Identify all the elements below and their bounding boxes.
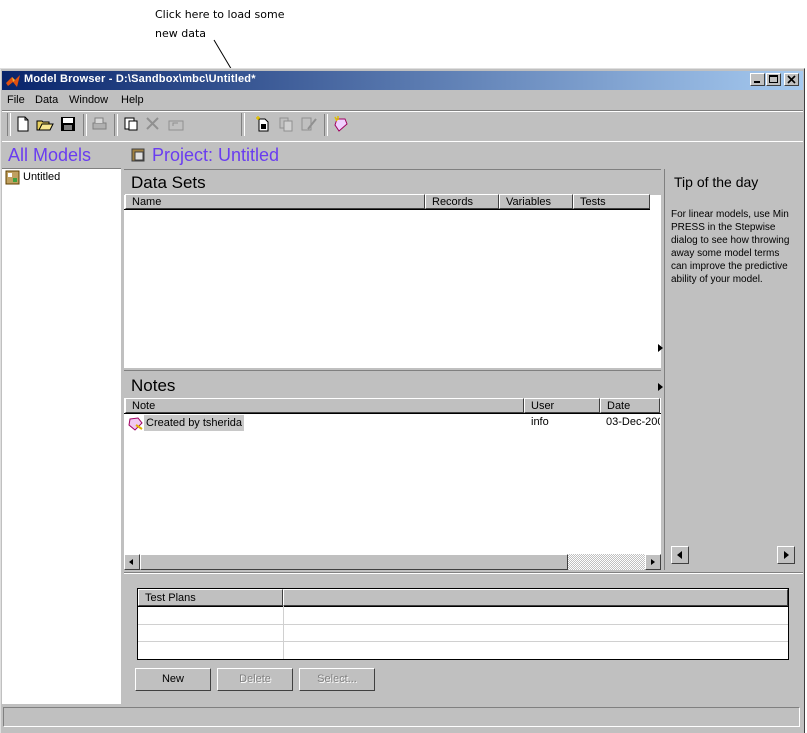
header-divider	[124, 209, 650, 210]
menu-window[interactable]: Window	[69, 94, 108, 106]
toolbar-grip	[241, 113, 245, 136]
note-text: Created by tsherida	[144, 415, 244, 431]
scroll-right-button[interactable]	[645, 554, 661, 570]
edit-data-icon[interactable]	[300, 115, 318, 133]
tip-previous-button[interactable]	[671, 546, 689, 564]
menu-data[interactable]: Data	[35, 94, 58, 106]
all-models-header: All Models	[8, 145, 92, 165]
all-models-header-bar: All Models	[2, 142, 121, 169]
header-divider	[138, 606, 788, 607]
toolbar-separator	[114, 114, 118, 136]
new-button[interactable]: New	[135, 668, 211, 691]
maximize-button[interactable]	[766, 73, 781, 86]
project-icon	[5, 170, 20, 185]
column-header-variables[interactable]: Variables	[499, 194, 573, 209]
status-bar	[3, 707, 800, 727]
column-divider	[283, 606, 284, 659]
column-header-name[interactable]: Name	[125, 194, 425, 209]
save-disk-icon[interactable]	[59, 115, 77, 133]
load-new-data-icon[interactable]	[254, 115, 272, 133]
project-header-icon	[131, 148, 145, 162]
arrow-right-icon	[784, 551, 789, 559]
minimize-button[interactable]	[750, 73, 765, 86]
datasets-title: Data Sets	[131, 173, 206, 192]
notes-title: Notes	[131, 376, 176, 395]
arrow-left-icon	[129, 559, 133, 565]
arrow-left-icon	[677, 551, 682, 559]
column-header-tests[interactable]: Tests	[573, 194, 650, 209]
print-icon[interactable]	[90, 115, 108, 133]
tip-next-button[interactable]	[777, 546, 795, 564]
menu-help[interactable]: Help	[121, 94, 144, 106]
window-title: Model Browser - D:\Sandbox\mbc\Untitled*	[24, 73, 256, 85]
select-button[interactable]: Select...	[299, 668, 375, 691]
note-user: info	[531, 416, 549, 428]
copy-model-icon[interactable]	[122, 115, 140, 133]
new-file-icon[interactable]	[14, 115, 32, 133]
close-button[interactable]	[784, 73, 799, 86]
notes-horizontal-scrollbar[interactable]	[124, 554, 661, 570]
column-header-user[interactable]: User	[524, 398, 600, 413]
open-folder-icon[interactable]	[36, 115, 54, 133]
notes-title-bar: Notes	[124, 370, 661, 398]
arrow-right-icon	[651, 559, 655, 565]
row-divider	[138, 624, 788, 625]
toolbar-grip	[7, 113, 11, 136]
delete-button[interactable]: Delete	[217, 668, 293, 691]
column-header-records[interactable]: Records	[425, 194, 499, 209]
copy-data-icon[interactable]	[277, 115, 295, 133]
matlab-logo-icon	[6, 75, 20, 87]
datasets-title-bar: Data Sets	[124, 169, 661, 195]
up-level-icon[interactable]	[167, 115, 185, 133]
column-header-note[interactable]: Note	[125, 398, 524, 413]
new-note-icon[interactable]	[332, 115, 350, 133]
toolbar-separator	[324, 114, 328, 136]
column-header-date[interactable]: Date	[600, 398, 660, 413]
note-icon	[128, 417, 143, 431]
model-tree-panel: All Models Untitled	[2, 142, 121, 704]
column-header-test-plans[interactable]: Test Plans	[138, 589, 283, 606]
table-row[interactable]: Created by tsherida info 03-Dec-200	[126, 415, 660, 432]
tip-title: Tip of the day	[674, 174, 759, 190]
title-bar[interactable]: Model Browser - D:\Sandbox\mbc\Untitled*	[2, 71, 803, 90]
menu-file[interactable]: File	[7, 94, 25, 106]
test-plans-table: Test Plans	[137, 588, 789, 660]
note-date: 03-Dec-200	[606, 416, 660, 428]
datasets-panel: Data Sets Name Records Variables Tests	[124, 169, 661, 368]
delete-icon[interactable]	[144, 115, 162, 133]
header-divider	[124, 413, 661, 414]
tip-text: For linear models, use Min PRESS in the …	[671, 209, 790, 285]
scroll-thumb[interactable]	[140, 554, 568, 570]
tree-item-label: Untitled	[23, 171, 61, 183]
scroll-left-button[interactable]	[124, 554, 140, 570]
project-title: Project: Untitled	[152, 145, 280, 165]
tip-panel: Tip of the day For linear models, use Mi…	[664, 169, 802, 570]
notes-panel: Notes Note User Date Created by tsherida…	[124, 370, 661, 570]
minimize-icon	[754, 81, 760, 83]
close-icon	[787, 75, 796, 84]
row-divider	[138, 641, 788, 642]
divider	[124, 573, 803, 574]
toolbar-separator	[83, 114, 87, 136]
menu-bar: File Data Window Help	[2, 91, 803, 109]
column-header-blank[interactable]	[283, 589, 788, 606]
maximize-icon	[769, 75, 778, 83]
